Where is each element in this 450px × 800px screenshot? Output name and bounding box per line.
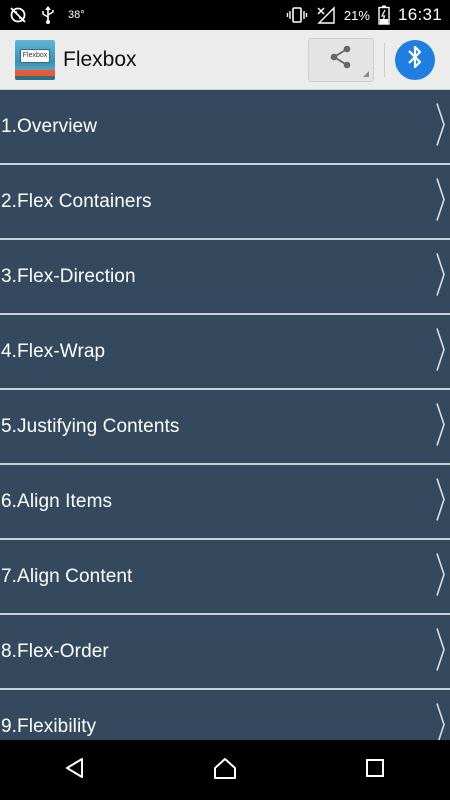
menu-item-label: 1.Overview: [1, 115, 98, 137]
chevron-right-icon: [436, 252, 446, 301]
chevron-right-icon: [436, 177, 446, 226]
menu-item-label: 7.Align Content: [1, 565, 133, 587]
clock-time: 16:31: [397, 5, 442, 24]
navigation-bar: [0, 740, 450, 800]
back-icon: [63, 756, 87, 785]
menu-item-label: 4.Flex-Wrap: [1, 340, 106, 362]
status-right: 21% 16:31: [286, 5, 442, 25]
app-bar: Flexbox Flexbox: [0, 30, 450, 90]
app-actions: [308, 30, 450, 89]
menu-item[interactable]: 3.Flex-Direction: [0, 240, 450, 315]
menu-item-label: 5.Justifying Contents: [1, 415, 180, 437]
menu-item[interactable]: 2.Flex Containers: [0, 165, 450, 240]
back-button[interactable]: [45, 745, 105, 795]
share-button[interactable]: [308, 37, 374, 82]
chevron-right-icon: [436, 552, 446, 601]
chevron-right-icon: [436, 477, 446, 526]
menu-item-label: 2.Flex Containers: [1, 190, 152, 212]
chevron-right-icon: [436, 402, 446, 451]
bluetooth-button[interactable]: [395, 39, 435, 80]
menu-item-label: 8.Flex-Order: [1, 640, 109, 662]
chevron-right-icon: [436, 627, 446, 676]
menu-item[interactable]: 4.Flex-Wrap: [0, 315, 450, 390]
menu-item[interactable]: 1.Overview: [0, 90, 450, 165]
menu-item[interactable]: 9.Flexibility: [0, 690, 450, 740]
logo-strip-bottom: [15, 75, 55, 80]
chevron-right-icon: [436, 702, 446, 740]
usb-icon: [40, 5, 56, 25]
chevron-right-icon: [436, 102, 446, 151]
status-bar: 38° 21% 16:31: [0, 0, 450, 30]
no-signal-icon: [316, 6, 336, 24]
app-logo: Flexbox: [15, 39, 55, 80]
battery-icon: [378, 5, 390, 25]
home-icon: [212, 756, 238, 785]
chevron-right-icon: [436, 327, 446, 376]
menu-item[interactable]: 5.Justifying Contents: [0, 390, 450, 465]
menu-item[interactable]: 8.Flex-Order: [0, 615, 450, 690]
bluetooth-icon: [404, 44, 426, 75]
menu-item[interactable]: 6.Align Items: [0, 465, 450, 540]
status-left: 38°: [8, 5, 85, 25]
share-icon: [327, 43, 355, 76]
recents-icon: [364, 757, 386, 784]
no-sync-icon: [8, 5, 28, 25]
battery-percent: 21%: [343, 7, 370, 23]
home-button[interactable]: [195, 745, 255, 795]
temperature-text: 38°: [68, 9, 85, 21]
menu-item-label: 3.Flex-Direction: [1, 265, 136, 287]
menu-list: 1.Overview 2.Flex Containers 3.Flex-Direct…: [0, 90, 450, 740]
menu-item-label: 6.Align Items: [1, 490, 113, 512]
menu-item[interactable]: 7.Align Content: [0, 540, 450, 615]
vibrate-icon: [286, 6, 308, 24]
logo-label: Flexbox: [20, 48, 50, 63]
action-divider: [384, 42, 385, 77]
app-title: Flexbox: [63, 47, 137, 71]
recents-button[interactable]: [345, 745, 405, 795]
menu-item-label: 9.Flexibility: [1, 715, 97, 737]
